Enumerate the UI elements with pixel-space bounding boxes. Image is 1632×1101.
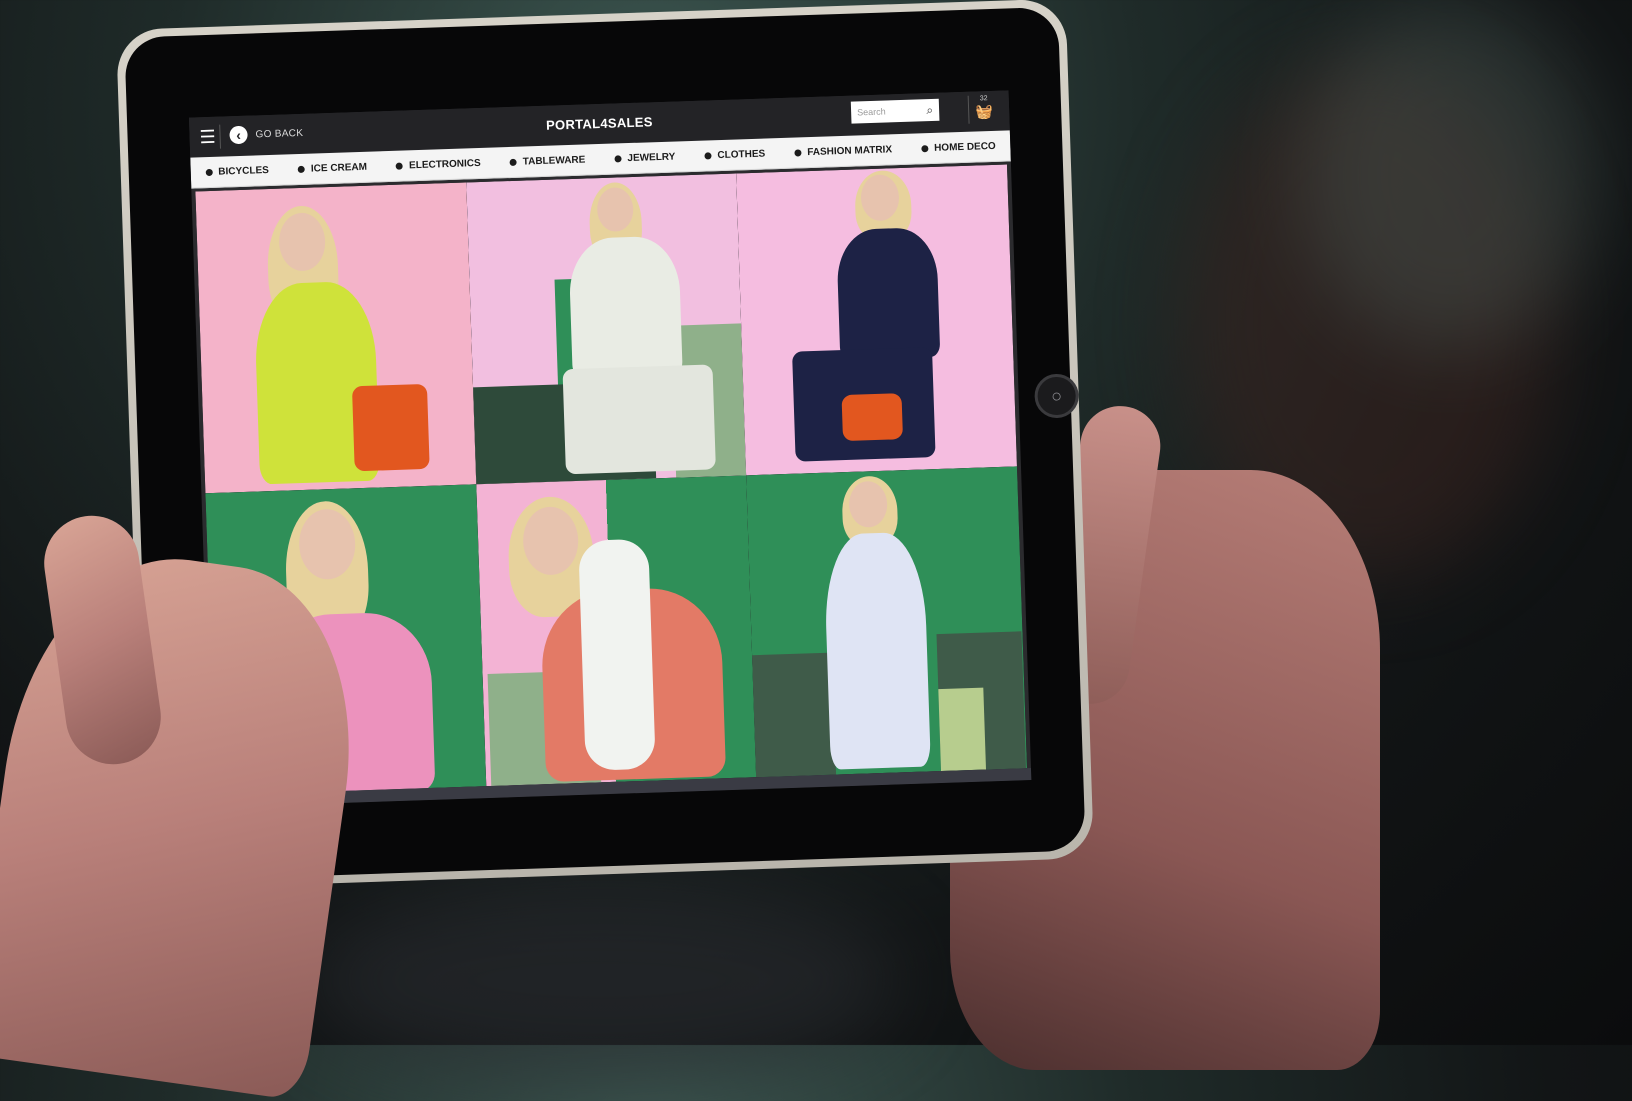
bullet-icon — [920, 144, 929, 152]
model-scarf — [577, 538, 656, 771]
model-outfit — [823, 531, 932, 770]
model-pants — [562, 364, 716, 475]
bullet-icon — [794, 148, 802, 157]
search-input[interactable]: Search ⌕ — [850, 98, 940, 124]
product-tile[interactable] — [475, 475, 757, 787]
model-outfit — [567, 235, 683, 380]
category-label: FASHION MATRIX — [807, 143, 893, 158]
search-placeholder: Search — [856, 106, 886, 118]
bullet-icon — [297, 165, 306, 173]
product-tile[interactable] — [465, 173, 747, 485]
category-ice-cream[interactable]: ICE CREAM — [297, 161, 368, 175]
product-tile[interactable] — [736, 164, 1017, 476]
category-home-deco[interactable]: HOME DECO — [920, 140, 996, 154]
background-blur — [300, 880, 900, 1080]
category-label: CLOTHES — [717, 148, 766, 161]
bullet-icon — [509, 158, 517, 166]
cart-button[interactable]: 32 🧺 — [967, 94, 1000, 124]
home-button-icon[interactable]: ○ — [1033, 373, 1080, 419]
category-label: ICE CREAM — [310, 161, 368, 175]
category-label: HOME DECO — [933, 140, 996, 154]
model-outfit — [836, 226, 941, 361]
bullet-icon — [395, 162, 404, 170]
backdrop-block — [752, 652, 837, 778]
search-icon[interactable]: ⌕ — [926, 102, 933, 117]
background-blur — [1300, 0, 1600, 350]
bullet-icon — [614, 154, 622, 163]
bullet-icon — [205, 168, 213, 176]
category-bicycles[interactable]: BICYCLES — [205, 164, 269, 177]
model-bag — [841, 393, 904, 442]
category-label: TABLEWARE — [522, 153, 586, 168]
basket-icon: 🧺 — [975, 102, 994, 120]
category-electronics[interactable]: ELECTRONICS — [395, 157, 481, 171]
category-clothes[interactable]: CLOTHES — [704, 148, 765, 161]
product-tile[interactable] — [746, 466, 1027, 778]
category-jewelry[interactable]: JEWELRY — [614, 151, 676, 164]
product-tile[interactable] — [195, 182, 476, 494]
category-label: BICYCLES — [218, 164, 270, 178]
category-tableware[interactable]: TABLEWARE — [509, 153, 586, 168]
category-fashion-matrix[interactable]: FASHION MATRIX — [794, 144, 892, 158]
category-label: ELECTRONICS — [408, 157, 481, 171]
backdrop-block — [938, 687, 987, 772]
bullet-icon — [704, 151, 712, 160]
model-bag — [351, 383, 430, 472]
category-label: JEWELRY — [627, 151, 676, 164]
